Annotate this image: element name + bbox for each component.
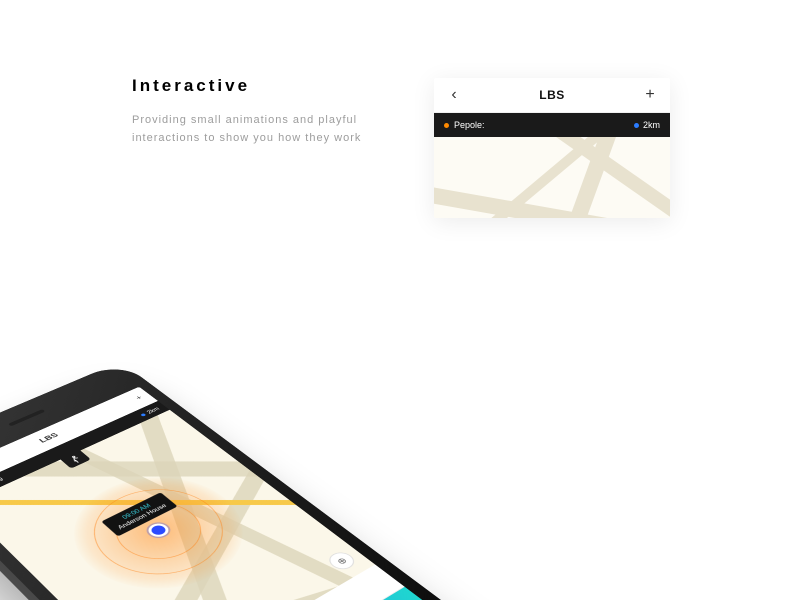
add-button[interactable]: + [642, 86, 658, 104]
blue-dot-icon [140, 413, 146, 417]
app-header: ‹ LBS + [434, 78, 670, 113]
promo-description: Providing small animations and playful i… [132, 112, 372, 147]
phone-mockup-stage: ‹ LBS + Pepole: 39 2km 09:00 AM Anderson… [20, 250, 540, 590]
walk-icon [67, 454, 84, 465]
flat-ui-preview: ‹ LBS + Pepole: 2km [434, 78, 670, 218]
promo-text-block: Interactive Providing small animations a… [132, 76, 372, 147]
back-button[interactable]: ‹ [446, 86, 462, 104]
phone-screen: ‹ LBS + Pepole: 39 2km 09:00 AM Anderson… [0, 387, 434, 600]
info-bar: Pepole: 2km [434, 113, 670, 137]
header-title: LBS [539, 88, 565, 102]
map-preview [434, 137, 670, 218]
blue-dot-icon [634, 123, 639, 128]
phone-device: ‹ LBS + Pepole: 39 2km 09:00 AM Anderson… [0, 362, 493, 600]
people-label: Pepole: [444, 120, 485, 130]
header-title: LBS [38, 432, 61, 445]
distance-label: 2km [634, 120, 660, 130]
orange-dot-icon [444, 123, 449, 128]
add-button[interactable]: + [134, 394, 145, 401]
promo-title: Interactive [132, 76, 372, 96]
